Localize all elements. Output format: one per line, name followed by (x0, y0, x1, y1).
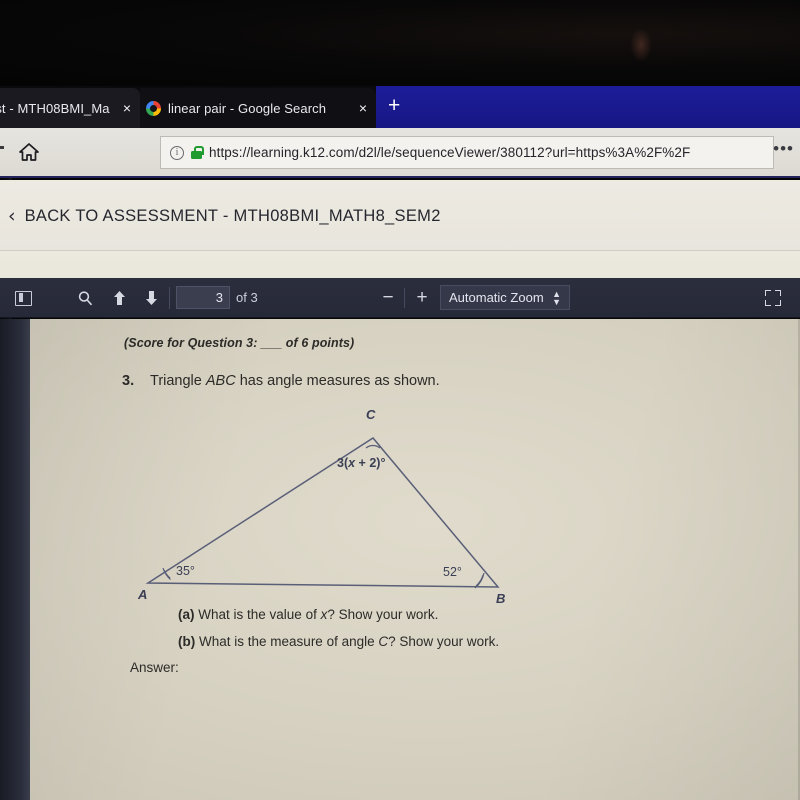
pdf-page: (Score for Question 3: ___ of 6 points) … (30, 319, 800, 800)
question-text-post: has angle measures as shown. (235, 373, 440, 389)
angle-label-C-pre: 3( (337, 456, 349, 470)
screenshot-root: est - MTH08BMI_Mа × linear pair - Google… (0, 0, 800, 800)
chevron-updown-icon: ▲ ▼ (552, 288, 561, 307)
score-line: (Score for Question 3: ___ of 6 points) (124, 336, 355, 350)
more-options-icon[interactable]: ••• (773, 140, 794, 157)
angle-label-C-post: + 2)° (355, 456, 386, 470)
close-icon[interactable]: × (120, 101, 134, 115)
subquestion-a-post: ? Show your work. (327, 607, 439, 622)
new-tab-button[interactable]: + (388, 95, 400, 116)
browser-tab-strip: est - MTH08BMI_Mа × linear pair - Google… (0, 86, 800, 128)
subquestion-a-label: (a) (178, 607, 195, 622)
browser-titlebar-blue (376, 86, 800, 128)
url-text: https://learning.k12.com/d2l/le/sequence… (209, 145, 691, 160)
browser-navigation-bar: i https://learning.k12.com/d2l/le/sequen… (0, 128, 800, 178)
google-icon (146, 100, 161, 116)
question-text-italic: ABC (205, 373, 236, 389)
tab-title: linear pair - Google Search (168, 100, 327, 116)
vertex-label-B: B (496, 591, 506, 606)
browser-tab-inactive[interactable]: est - MTH08BMI_Mа × (0, 88, 140, 128)
browser-tab-active[interactable]: linear pair - Google Search × (140, 88, 376, 128)
answer-label: Answer: (130, 660, 179, 675)
zoom-level-select[interactable]: Automatic Zoom ▲ ▼ (440, 285, 570, 310)
bezel-reflection (630, 28, 652, 62)
sidebar-toggle-icon[interactable] (6, 278, 40, 318)
page-number-input[interactable]: 3 (176, 286, 230, 309)
arrow-up-icon[interactable] (104, 278, 134, 318)
angle-label-A: 35° (176, 564, 195, 578)
content-gap (0, 251, 800, 278)
tab-title: est - MTH08BMI_Mа (0, 100, 110, 116)
pdf-document-viewer[interactable]: (Score for Question 3: ___ of 6 points) … (0, 319, 800, 800)
fullscreen-icon[interactable] (756, 278, 790, 318)
breadcrumb-label: BACK TO ASSESSMENT - MTH08BMI_MATH8_SEM2 (24, 206, 441, 225)
close-icon[interactable]: × (356, 101, 370, 115)
chevron-left-icon[interactable]: ‹ (8, 206, 16, 226)
subquestion-b-italic: C (378, 634, 389, 649)
toolbar-divider (169, 287, 170, 309)
subquestion-b-label: (b) (178, 634, 196, 649)
lock-icon (191, 146, 204, 159)
search-icon[interactable] (70, 278, 100, 318)
zoom-level-label: Automatic Zoom (449, 290, 544, 305)
viewer-left-margin (0, 319, 30, 800)
subquestion-b-post: ? Show your work. (388, 634, 500, 649)
zoom-in-button[interactable]: + (408, 278, 436, 318)
triangle-figure: C A B 35° 52° 3(x + 2)° (130, 405, 540, 620)
subquestion-b: (b) What is the measure of angle C? Show… (178, 634, 499, 649)
vertex-label-A: A (138, 587, 148, 602)
pdf-viewer-toolbar: 3 of 3 − + Automatic Zoom ▲ ▼ (0, 278, 800, 318)
question-number: 3. (122, 373, 135, 389)
angle-label-B: 52° (443, 565, 462, 579)
page-total-label: of 3 (236, 290, 258, 305)
question-text: Triangle ABC has angle measures as shown… (150, 373, 440, 389)
breadcrumb[interactable]: ‹ BACK TO ASSESSMENT - MTH08BMI_MATH8_SE… (0, 180, 800, 252)
info-icon[interactable]: i (170, 145, 184, 160)
subquestion-a-pre: What is the value of (198, 607, 321, 622)
subquestion-a: (a) What is the value of x? Show your wo… (178, 607, 438, 622)
arrow-down-icon[interactable] (136, 278, 166, 318)
address-bar[interactable]: i https://learning.k12.com/d2l/le/sequen… (160, 136, 774, 169)
monitor-bezel-top (0, 0, 800, 86)
home-icon[interactable] (18, 141, 40, 168)
back-button-edge[interactable] (0, 146, 4, 149)
vertex-label-C: C (366, 407, 376, 422)
question-text-pre: Triangle (150, 373, 206, 389)
subquestion-b-pre: What is the measure of angle (199, 634, 379, 649)
angle-label-C: 3(x + 2)° (337, 456, 385, 470)
toolbar-divider (404, 288, 405, 308)
zoom-out-button[interactable]: − (374, 278, 402, 318)
